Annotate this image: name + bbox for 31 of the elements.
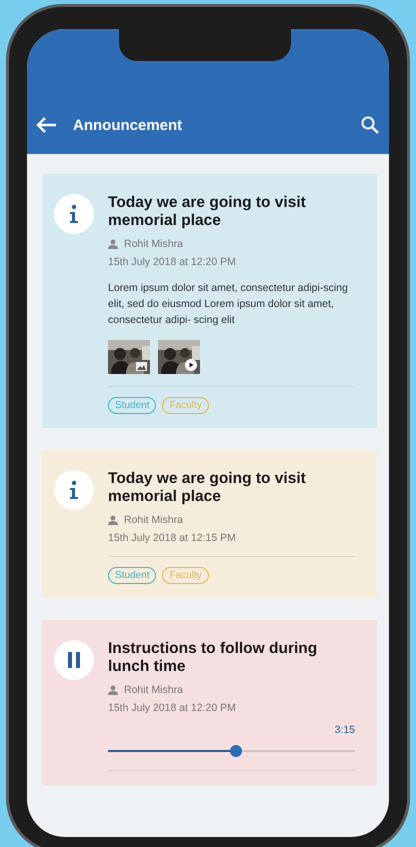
posted-date: 15th July 2018 at 12:15 PM [108,532,237,544]
person-icon [108,515,118,525]
person-icon [108,685,118,695]
audio-duration: 3:15 [334,724,355,736]
announcement-card[interactable]: Today we are going to visit memorial place Rohit Mishra 15th July 2018 at 12:15 PM Student Faculty [42,450,377,598]
author-name: Rohit Mishra [124,238,183,250]
info-icon [69,204,79,224]
posted-date: 15th July 2018 at 12:20 PM [108,256,237,268]
posted-date: 15th July 2018 at 12:20 PM [108,702,237,714]
person-icon [108,239,118,249]
author-name: Rohit Mishra [124,514,183,526]
tag-chip[interactable]: Faculty [162,397,209,414]
pause-icon [68,652,80,668]
back-arrow-icon [35,116,57,134]
tag-chip[interactable]: Student [108,397,156,414]
tag-chip[interactable]: Faculty [162,567,209,584]
thumbnail[interactable] [158,340,200,374]
tag-chip[interactable]: Student [108,567,156,584]
search-icon [361,116,379,134]
announcement-title: Instructions to follow during lunch time [108,640,318,676]
announcement-title: Today we are going to visit memorial place [108,470,307,506]
author-name: Rohit Mishra [124,684,183,696]
announcement-text: Lorem ipsum dolor sit amet, consectetur adipi-scing elit, sed do eiusmod Lorem ipsum dolor sit amet, consectetur adipi- scing elit [108,281,349,328]
announcement-title: Today we are going to visit memorial place [108,194,307,230]
page-title: Announcement [73,117,182,136]
announcement-card[interactable]: Instructions to follow during lunch time Rohit Mishra 15th July 2018 at 12:20 PM 3:15 [42,620,377,785]
thumbnail[interactable] [108,340,150,374]
search-button[interactable] [359,114,381,136]
announcement-card[interactable] [42,174,377,428]
info-icon [69,480,79,500]
slider-handle[interactable] [230,745,242,757]
